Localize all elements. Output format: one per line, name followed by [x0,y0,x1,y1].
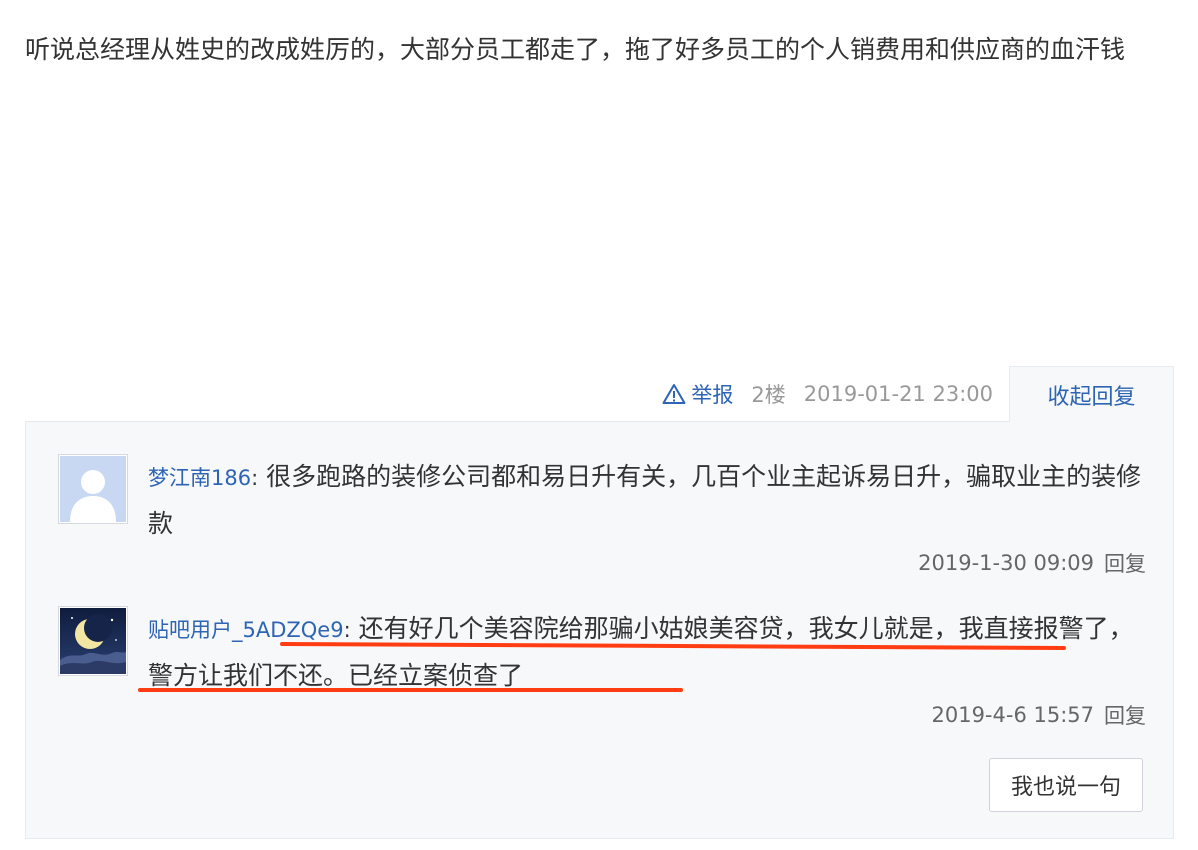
user-avatar[interactable] [58,454,128,524]
reply-separator: : [343,618,351,642]
reply-item: 贴吧用户_5ADZQe9: 还有好几个美容院给那骗小姑娘美容贷，我女儿就是，我直… [58,606,1148,736]
post-meta: 举报 2楼 2019-01-21 23:00 收起回复 [25,366,1174,422]
collapse-replies-button[interactable]: 收起回复 [1009,366,1174,422]
report-label: 举报 [691,383,734,407]
reply-footer: 2019-4-6 15:57 回复 [931,700,1146,730]
reply-time: 2019-4-6 15:57 [931,703,1094,727]
post-content: 听说总经理从姓史的改成姓厉的，大部分员工都走了，拖了好多员工的个人销费用和供应商… [25,35,1126,64]
reply-item: 梦江南186: 很多跑路的装修公司都和易日升有关，几百个业主起诉易日升，骗取业主… [58,454,1148,584]
crescent-moon-avatar-icon [60,608,126,674]
user-avatar[interactable] [58,606,128,676]
post-time: 2019-01-21 23:00 [803,382,993,406]
reply-text: 贴吧用户_5ADZQe9: 还有好几个美容院给那骗小姑娘美容贷，我女儿就是，我直… [148,606,1148,699]
reply-footer: 2019-1-30 09:09 回复 [918,548,1146,578]
add-comment-button[interactable]: 我也说一句 [989,758,1143,812]
highlight-underline [138,688,683,692]
reply-panel: 梦江南186: 很多跑路的装修公司都和易日升有关，几百个业主起诉易日升，骗取业主… [25,421,1174,839]
reply-username[interactable]: 梦江南186 [148,466,251,490]
reply-text: 梦江南186: 很多跑路的装修公司都和易日升有关，几百个业主起诉易日升，骗取业主… [148,454,1148,547]
reply-time: 2019-1-30 09:09 [918,551,1094,575]
reply-content: 很多跑路的装修公司都和易日升有关，几百个业主起诉易日升，骗取业主的装修款 [148,462,1142,538]
reply-button[interactable]: 回复 [1104,548,1146,578]
report-link[interactable]: 举报 [662,379,733,409]
warning-icon [662,384,686,404]
floor-number: 2楼 [751,383,786,407]
default-user-avatar-icon [60,456,126,522]
reply-button[interactable]: 回复 [1104,700,1146,730]
reply-username[interactable]: 贴吧用户_5ADZQe9 [148,618,344,642]
